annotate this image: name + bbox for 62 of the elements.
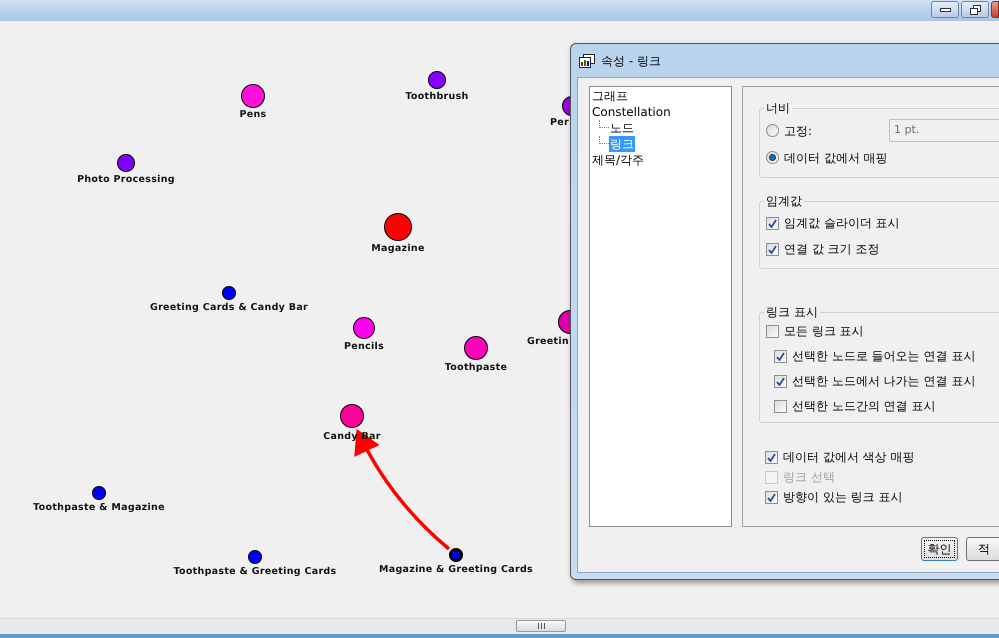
close-button[interactable] <box>991 1 999 18</box>
minimize-icon <box>940 8 950 12</box>
tree-item[interactable]: Constellation <box>591 105 672 119</box>
checkbox[interactable] <box>774 400 787 412</box>
checkbox[interactable] <box>765 450 778 464</box>
graph-node[interactable] <box>353 317 375 339</box>
graph-node[interactable] <box>222 286 236 300</box>
group-title: 너비 <box>765 100 791 117</box>
graph-node[interactable] <box>464 336 488 360</box>
checkbox-label: 링크 선택 <box>783 469 835 486</box>
grip-icon <box>538 623 544 629</box>
node-label: Per <box>550 117 569 129</box>
radio-button[interactable] <box>766 151 779 164</box>
graph-node[interactable] <box>340 404 364 428</box>
node-label: Photo Processing <box>77 174 175 186</box>
graph-node[interactable] <box>117 154 135 172</box>
checkbox-label: 데이터 값에서 색상 매핑 <box>783 449 914 466</box>
node-label: Magazine <box>371 243 425 255</box>
node-label: Pencils <box>344 341 384 353</box>
checkbox-label: 선택한 노드에서 나가는 연결 표시 <box>792 373 976 390</box>
checkbox[interactable] <box>766 216 779 230</box>
tree-item[interactable]: 그래프 <box>591 89 629 103</box>
checkbox-label: 임계값 슬라이더 표시 <box>784 215 900 232</box>
node-label: Pens <box>239 109 267 121</box>
dialog-button[interactable]: 확인 <box>921 537 958 561</box>
node-label: Toothpaste <box>444 362 508 374</box>
graph-node[interactable] <box>384 213 412 241</box>
graph-node[interactable] <box>428 71 446 89</box>
group-title: 임계값 <box>765 193 803 210</box>
radio-label: 고정: <box>784 122 814 140</box>
window-icon <box>579 54 595 68</box>
checkbox-label: 모든 링크 표시 <box>784 323 864 340</box>
node-label: Greetin <box>526 336 569 348</box>
graph-node[interactable] <box>248 550 262 564</box>
radio-button[interactable] <box>766 124 779 137</box>
node-label: Toothpaste & Greeting Cards <box>174 566 336 578</box>
checkbox[interactable] <box>774 350 787 362</box>
checkbox-label: 선택한 노드간의 연결 표시 <box>792 398 936 415</box>
radio-label: 데이터 값에서 매핑 <box>784 150 888 166</box>
restore-icon <box>970 4 980 14</box>
checkbox[interactable] <box>774 374 787 388</box>
tree-item[interactable]: 노드 <box>609 120 635 136</box>
checkbox[interactable] <box>765 490 778 504</box>
dialog-title: 속성 - 링크 <box>601 52 661 70</box>
graph-node[interactable] <box>92 486 106 500</box>
checkbox[interactable] <box>766 324 779 338</box>
node-label: Magazine & Greeting Cards <box>378 564 534 576</box>
node-label: Greeting Cards & Candy Bar <box>150 302 308 314</box>
dialog-button[interactable]: 적 <box>966 537 999 561</box>
checkbox-label: 선택한 노드로 들어오는 연결 표시 <box>792 348 976 365</box>
graph-node[interactable] <box>241 84 265 108</box>
checkbox-label: 연결 값 크기 조정 <box>784 241 880 258</box>
tree-item[interactable]: 제목/각주 <box>591 153 646 167</box>
graph-node[interactable] <box>449 548 463 562</box>
checkbox-label: 방향이 있는 링크 표시 <box>783 489 902 506</box>
restore-button[interactable] <box>961 1 989 18</box>
node-label: Toothpaste & Magazine <box>33 502 165 514</box>
minimize-button[interactable] <box>931 1 959 18</box>
group-title: 링크 표시 <box>765 304 819 321</box>
scrollbar-thumb[interactable] <box>516 620 566 632</box>
node-label: Toothbrush <box>405 91 469 103</box>
checkbox[interactable] <box>766 242 779 256</box>
